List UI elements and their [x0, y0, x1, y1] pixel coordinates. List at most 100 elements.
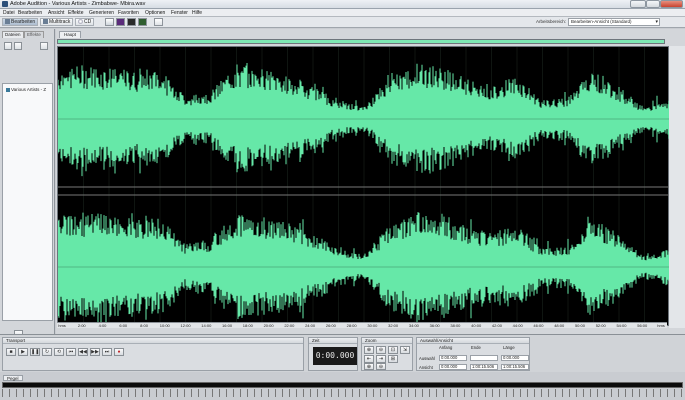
selection-panel: Auswahl/Ansicht Anfang Ende Länge Auswah… [416, 337, 530, 371]
spectral-view-icon[interactable] [105, 18, 114, 26]
files-panel: Dateien Effekte Various Artists - Z Sort… [0, 29, 55, 357]
tab-files[interactable]: Dateien [2, 31, 24, 38]
zoom-title: Zoom [362, 338, 412, 344]
multitrack-label: Multitrack [49, 19, 71, 25]
zoom-in-right-icon[interactable]: ⇥ [376, 355, 386, 363]
cd-icon [78, 19, 83, 24]
play-loop-icon[interactable]: ↻ [42, 348, 52, 356]
file-item[interactable]: Various Artists - Z [6, 87, 46, 92]
pause-icon[interactable]: ❚❚ [30, 348, 40, 356]
menu-bar: Datei Bearbeiten Ansicht Effekte Generie… [0, 9, 685, 17]
selection-length-field[interactable]: 0:00.000 [501, 355, 529, 361]
title-bar: Adobe Audition - Various Artists - Zimba… [0, 0, 685, 9]
forward-to-end-icon[interactable]: ⏭ [102, 348, 112, 356]
col-start-label: Anfang [439, 345, 453, 350]
waveform-path [58, 212, 670, 324]
minimize-button[interactable] [630, 0, 646, 8]
timeline-tick: 10:00 [159, 323, 170, 328]
multitrack-view-button[interactable]: Multitrack [40, 18, 74, 26]
menu-generieren[interactable]: Generieren [89, 10, 114, 16]
zoom-out-vertical-icon[interactable]: ⊖ [376, 363, 386, 370]
time-title: Zeit [309, 338, 357, 344]
timeline-tick: 24:00 [305, 323, 316, 328]
timeline-tick: 42:00 [491, 323, 502, 328]
audio-file-icon [6, 88, 10, 92]
edit-file-icon[interactable] [40, 42, 48, 50]
zoom-in-horizontal-icon[interactable]: ⊕ [364, 346, 374, 354]
phase-view-icon[interactable] [138, 18, 147, 26]
timeline-tick: 32:00 [388, 323, 399, 328]
timeline-tick: 34:00 [408, 323, 419, 328]
amplitude-ruler [669, 46, 685, 328]
timeline-ruler[interactable]: hms 2:00 4:00 6:00 8:00 10:00 12:00 14:00 16:00 1… [57, 322, 667, 328]
timeline-tick: 46:00 [533, 323, 544, 328]
level-scale [2, 389, 683, 397]
timeline-tick: 38:00 [450, 323, 461, 328]
play-icon[interactable]: ▶ [18, 348, 28, 356]
zoom-full-icon[interactable]: ⊡ [388, 346, 398, 354]
timeline-tick: 30:00 [367, 323, 378, 328]
transport-title: Transport [3, 338, 303, 344]
import-file-icon[interactable] [4, 42, 12, 50]
file-list: Various Artists - Z [2, 83, 53, 321]
level-panel: Pegel [0, 373, 685, 400]
col-end-label: Ende [471, 345, 481, 350]
zoom-in-left-icon[interactable]: ⇤ [364, 355, 374, 363]
audition-icon [2, 1, 8, 7]
rewind-icon[interactable]: ◀◀ [78, 348, 88, 356]
rewind-to-start-icon[interactable]: ⏮ [66, 348, 76, 356]
timeline-tick: hms [657, 323, 665, 328]
cd-view-button[interactable]: CD [75, 18, 95, 26]
timeline-tick: 26:00 [325, 323, 336, 328]
pan-view-icon[interactable] [127, 18, 136, 26]
selection-end-field[interactable] [470, 355, 498, 361]
timeline-tick: 50:00 [574, 323, 585, 328]
view-start-field[interactable]: 0:00.000 [439, 364, 467, 370]
menu-ansicht[interactable]: Ansicht [48, 10, 64, 16]
cd-label: CD [84, 19, 92, 25]
timeline-tick: 44:00 [512, 323, 523, 328]
record-icon[interactable]: ● [114, 348, 124, 356]
loop-icon[interactable]: ⟲ [54, 348, 64, 356]
timeline-tick: hms [58, 323, 66, 328]
workspace-select[interactable]: Bearbeiten-Ansicht (Standard) [568, 18, 660, 26]
close-file-icon[interactable] [14, 42, 22, 50]
timeline-tick: 20:00 [263, 323, 274, 328]
timeline-tick: 2:00 [77, 323, 86, 328]
row-view-label: Ansicht [419, 365, 433, 370]
menu-bearbeiten[interactable]: Bearbeiten [18, 10, 42, 16]
time-selection-tool-icon[interactable] [154, 18, 163, 26]
edit-view-label: Bearbeiten [11, 19, 36, 25]
menu-hilfe[interactable]: Hilfe [192, 10, 202, 16]
time-display: 0:00.000 [313, 347, 357, 365]
window-title: Adobe Audition - Various Artists - Zimba… [10, 1, 146, 7]
fast-forward-icon[interactable]: ▶▶ [90, 348, 100, 356]
tab-effects[interactable]: Effekte [24, 31, 44, 38]
selection-start-field[interactable]: 0:00.000 [439, 355, 467, 361]
menu-datei[interactable]: Datei [3, 10, 15, 16]
timeline-tick: 56:00 [637, 323, 648, 328]
menu-optionen[interactable]: Optionen [145, 10, 165, 16]
menu-favoriten[interactable]: Favoriten [118, 10, 139, 16]
transport-panel: Transport ■ ▶ ❚❚ ↻ ⟲ ⏮ ◀◀ ▶▶ ⏭ ● [2, 337, 304, 371]
menu-fenster[interactable]: Fenster [171, 10, 188, 16]
frequency-view-icon[interactable] [116, 18, 125, 26]
tab-main[interactable]: Haupt [59, 31, 82, 38]
zoom-in-vertical-icon[interactable]: ⊕ [364, 363, 374, 370]
zoom-out-horizontal-icon[interactable]: ⊖ [376, 346, 386, 354]
close-button[interactable] [660, 0, 683, 8]
timeline-tick: 18:00 [242, 323, 253, 328]
overview-bar[interactable] [57, 39, 665, 44]
maximize-button[interactable] [646, 0, 660, 8]
zoom-extra-icon[interactable]: ⇲ [400, 346, 410, 354]
timeline-tick: 12:00 [180, 323, 191, 328]
view-length-field[interactable]: 1:00:15.506 [501, 364, 529, 370]
menu-effekte[interactable]: Effekte [68, 10, 83, 16]
timeline-tick: 28:00 [346, 323, 357, 328]
stop-icon[interactable]: ■ [6, 348, 16, 356]
edit-view-button[interactable]: Bearbeiten [2, 18, 39, 26]
waveform-display[interactable] [57, 46, 670, 327]
view-end-field[interactable]: 1:00:15.506 [470, 364, 498, 370]
waveform-svg[interactable] [58, 47, 670, 327]
zoom-selection-icon[interactable]: ⊞ [388, 355, 398, 363]
